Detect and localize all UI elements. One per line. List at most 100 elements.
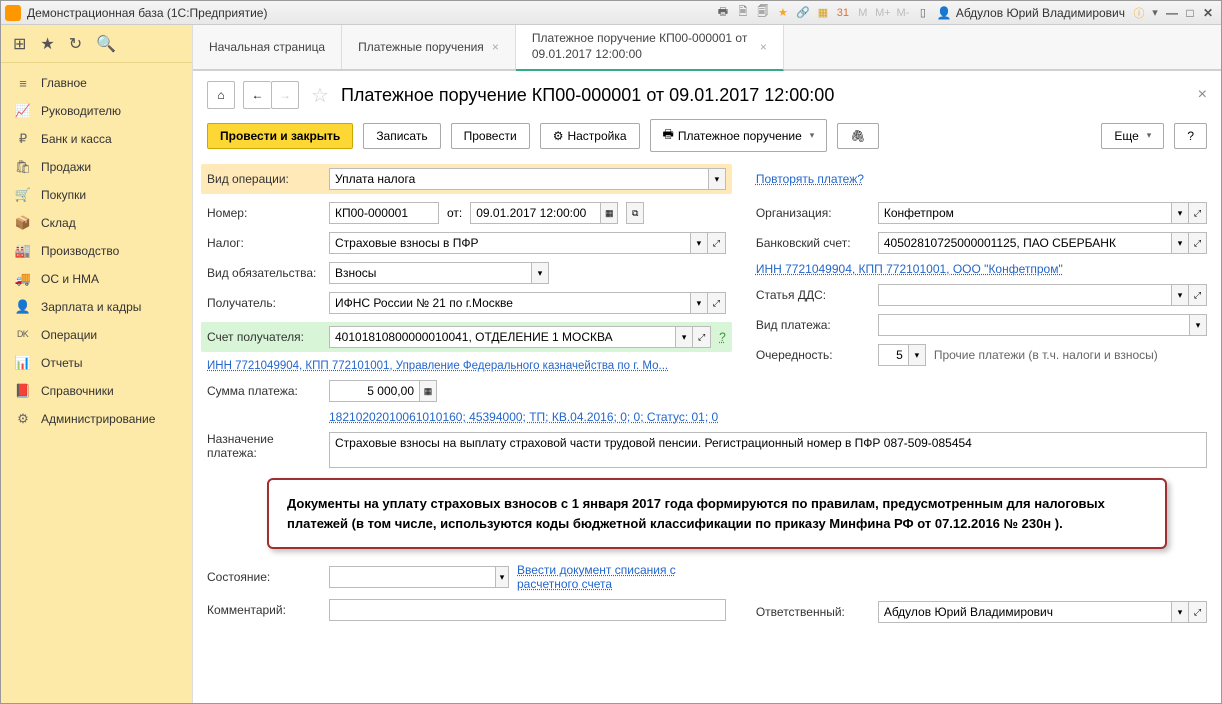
star-icon[interactable]: ★: [775, 5, 791, 21]
dropdown-icon[interactable]: ▾: [1147, 5, 1163, 21]
close-icon[interactable]: ×: [492, 40, 499, 54]
forward-button[interactable]: →: [271, 81, 299, 109]
chevron-down-icon[interactable]: ▾: [690, 292, 708, 314]
org-input[interactable]: [878, 202, 1171, 224]
m-icon[interactable]: M: [855, 5, 871, 21]
m-minus-icon[interactable]: M-: [895, 5, 911, 21]
doc-icon[interactable]: 🗎: [735, 5, 751, 21]
m-plus-icon[interactable]: M+: [875, 5, 891, 21]
tab-payment-orders[interactable]: Платежные поручения×: [342, 25, 516, 69]
home-button[interactable]: ⌂: [207, 81, 235, 109]
close-button[interactable]: ✕: [1199, 5, 1217, 21]
open-icon[interactable]: ⤢: [1189, 232, 1207, 254]
star-outline-icon[interactable]: ☆: [311, 83, 329, 108]
chevron-down-icon[interactable]: ▾: [908, 344, 926, 366]
open-icon[interactable]: ⤢: [1189, 202, 1207, 224]
tax-input[interactable]: [329, 232, 690, 254]
nav-main[interactable]: ≡Главное: [1, 69, 192, 97]
chevron-down-icon[interactable]: ▾: [690, 232, 708, 254]
nav-purchases[interactable]: 🛒Покупки: [1, 181, 192, 209]
resp-input[interactable]: [878, 601, 1171, 623]
chevron-down-icon[interactable]: ▾: [675, 326, 693, 348]
nav-bank[interactable]: ₽Банк и касса: [1, 125, 192, 153]
nav-operations[interactable]: ᴰᴷОперации: [1, 321, 192, 349]
home-icon: ≡: [15, 75, 31, 91]
maximize-button[interactable]: □: [1181, 5, 1199, 21]
purpose-label: Назначение платежа:: [207, 432, 321, 460]
user-menu[interactable]: 👤 Абдулов Юрий Владимирович: [931, 6, 1131, 20]
close-document-button[interactable]: ×: [1198, 86, 1207, 104]
nav-admin[interactable]: ⚙Администрирование: [1, 405, 192, 433]
oblig-input[interactable]: [329, 262, 531, 284]
number-input[interactable]: [329, 202, 439, 224]
settings-button[interactable]: ⚙Настройка: [540, 123, 640, 149]
date-input[interactable]: [470, 202, 600, 224]
nav-warehouse[interactable]: 📦Склад: [1, 209, 192, 237]
op-type-input[interactable]: [329, 168, 708, 190]
calendar-icon[interactable]: 31: [835, 5, 851, 21]
info-icon[interactable]: ⓘ: [1131, 5, 1147, 21]
help-button[interactable]: ?: [1174, 123, 1207, 149]
nav-assets[interactable]: 🚚ОС и НМА: [1, 265, 192, 293]
nav-production[interactable]: 🏭Производство: [1, 237, 192, 265]
chevron-down-icon[interactable]: ▾: [708, 168, 726, 190]
minimize-button[interactable]: —: [1163, 5, 1181, 21]
link-icon[interactable]: ⧉: [626, 202, 644, 224]
enter-doc-link[interactable]: Ввести документ списания с расчетного сч…: [517, 563, 726, 591]
search-icon[interactable]: 🔍: [96, 34, 116, 54]
open-icon[interactable]: ⤢: [693, 326, 711, 348]
close-icon[interactable]: ×: [760, 40, 767, 54]
chevron-down-icon[interactable]: ▾: [531, 262, 549, 284]
chevron-down-icon[interactable]: ▾: [1171, 232, 1189, 254]
chevron-down-icon[interactable]: ▾: [1171, 202, 1189, 224]
print-button[interactable]: 🖶Платежное поручение: [650, 119, 828, 152]
chevron-down-icon[interactable]: ▾: [495, 566, 509, 588]
nav-hr[interactable]: 👤Зарплата и кадры: [1, 293, 192, 321]
copy-icon[interactable]: 🗐: [755, 5, 771, 21]
panel-icon[interactable]: ▯: [915, 5, 931, 21]
nav-manager[interactable]: 📈Руководителю: [1, 97, 192, 125]
state-input[interactable]: [329, 566, 495, 588]
acct-help-link[interactable]: ?: [719, 330, 726, 344]
kbk-link[interactable]: 18210202010061010160; 45394000; ТП; КВ.0…: [329, 410, 718, 424]
dds-input[interactable]: [878, 284, 1171, 306]
favorites-icon[interactable]: ★: [40, 34, 54, 54]
print-icon[interactable]: 🖶: [715, 5, 731, 21]
tab-payment-order-doc[interactable]: Платежное поручение КП00-000001 от 09.01…: [516, 25, 784, 71]
attach-button[interactable]: 🖇: [837, 123, 878, 149]
comment-input[interactable]: [329, 599, 726, 621]
calendar-icon[interactable]: ▦: [600, 202, 618, 224]
amount-input[interactable]: [329, 380, 419, 402]
repeat-link[interactable]: Повторять платеж?: [756, 172, 864, 186]
save-button[interactable]: Записать: [363, 123, 440, 149]
back-button[interactable]: ←: [243, 81, 271, 109]
chevron-down-icon[interactable]: ▾: [1189, 314, 1207, 336]
org-inn-link[interactable]: ИНН 7721049904, КПП 772101001, ООО "Конф…: [756, 262, 1063, 276]
purpose-input[interactable]: Страховые взносы на выплату страховой ча…: [329, 432, 1207, 468]
treasury-link[interactable]: ИНН 7721049904, КПП 772101001, Управлени…: [207, 360, 668, 372]
open-icon[interactable]: ⤢: [1189, 601, 1207, 623]
more-button[interactable]: Еще: [1101, 123, 1164, 149]
nav-sales[interactable]: 🛍Продажи: [1, 153, 192, 181]
tab-home[interactable]: Начальная страница: [193, 25, 342, 69]
open-icon[interactable]: ⤢: [708, 232, 726, 254]
post-and-close-button[interactable]: Провести и закрыть: [207, 123, 353, 149]
open-icon[interactable]: ⤢: [708, 292, 726, 314]
chevron-down-icon[interactable]: ▾: [1171, 601, 1189, 623]
post-button[interactable]: Провести: [451, 123, 530, 149]
calc-icon[interactable]: ▦: [815, 5, 831, 21]
nav-reports[interactable]: 📊Отчеты: [1, 349, 192, 377]
chevron-down-icon[interactable]: ▾: [1171, 284, 1189, 306]
calc-icon[interactable]: ▦: [419, 380, 437, 402]
apps-icon[interactable]: ⊞: [13, 34, 26, 54]
bank-input[interactable]: [878, 232, 1171, 254]
link-icon[interactable]: 🔗: [795, 5, 811, 21]
op-type-label: Вид операции:: [207, 172, 321, 186]
priority-input[interactable]: [878, 344, 908, 366]
acct-input[interactable]: [329, 326, 675, 348]
history-icon[interactable]: ↻: [69, 34, 82, 54]
nav-directories[interactable]: 📕Справочники: [1, 377, 192, 405]
open-icon[interactable]: ⤢: [1189, 284, 1207, 306]
recipient-input[interactable]: [329, 292, 690, 314]
paytype-input[interactable]: [878, 314, 1189, 336]
